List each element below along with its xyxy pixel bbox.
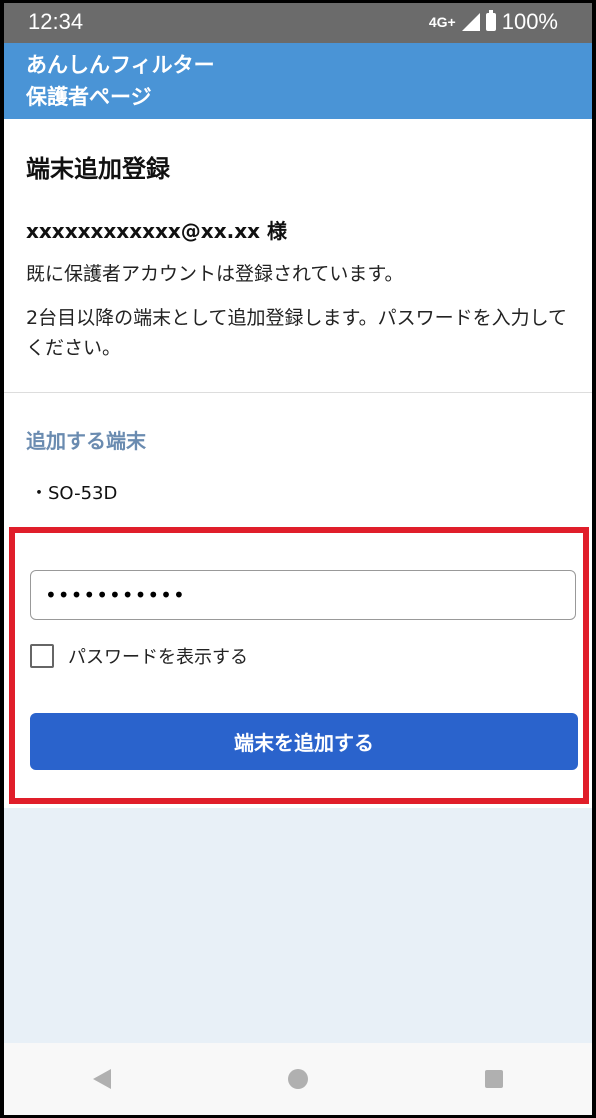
status-bar: 12:34 4G+ 100% (4, 3, 592, 43)
navigation-bar (4, 1043, 592, 1115)
status-indicators: 4G+ 100% (429, 9, 558, 35)
screen: 12:34 4G+ 100% あんしんフィルター 保護者ページ 端末追加登録 x… (4, 3, 592, 1115)
status-time: 12:34 (28, 9, 84, 34)
nav-recent-icon[interactable] (485, 1070, 504, 1088)
show-password-toggle[interactable]: パスワードを表示する (30, 643, 248, 669)
password-form-highlight: パスワードを表示する 端末を追加する (9, 527, 589, 804)
network-type: 4G+ (428, 14, 456, 30)
signal-icon (461, 13, 480, 31)
show-password-label: パスワードを表示する (68, 647, 248, 668)
nav-home-icon[interactable] (287, 1069, 308, 1089)
password-input[interactable] (30, 570, 576, 620)
divider (4, 392, 592, 393)
app-title: あんしんフィルター 保護者ページ (26, 53, 215, 109)
app-header: あんしんフィルター 保護者ページ (4, 43, 592, 119)
battery-icon (485, 10, 496, 31)
registered-notice: 既に保護者アカウントは登録されています。 (26, 263, 404, 285)
device-list-item: ・SO-53D (30, 483, 118, 504)
account-email: xxxxxxxxxxxx@xx.xx 様 (26, 219, 287, 243)
nav-back-icon[interactable] (92, 1069, 111, 1089)
device-section-heading: 追加する端末 (26, 429, 146, 453)
instruction-text: 2台目以降の端末として追加登録します。パスワードを入力してください。 (26, 307, 568, 359)
battery-level: 100% (501, 9, 558, 34)
add-device-button[interactable]: 端末を追加する (30, 713, 578, 770)
page-title: 端末追加登録 (26, 155, 170, 183)
show-password-checkbox[interactable] (30, 644, 54, 668)
